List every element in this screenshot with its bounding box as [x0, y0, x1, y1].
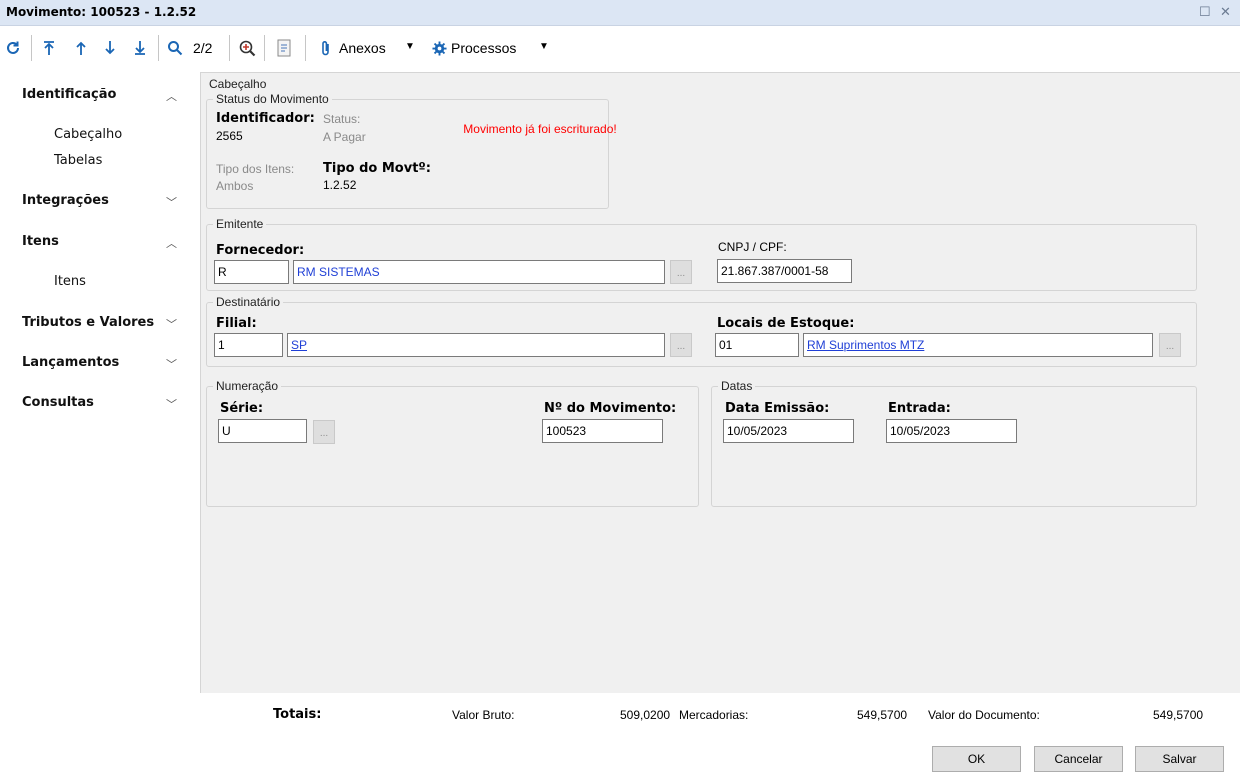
- sidebar-section-integracoes[interactable]: Integrações: [22, 193, 109, 208]
- chevron-down-icon[interactable]: ﹀: [166, 356, 177, 372]
- gross-value-label: Valor Bruto:: [452, 708, 515, 722]
- document-value: 549,5700: [1153, 708, 1204, 722]
- gross-value: 509,0200: [620, 708, 671, 722]
- status-label: Status:: [323, 112, 361, 126]
- window-title: Movimento: 100523 - 1.2.52: [6, 5, 197, 19]
- goods-label: Mercadorias:: [679, 708, 749, 722]
- next-record-icon[interactable]: [101, 36, 119, 60]
- entry-date-field[interactable]: 10/05/2023: [886, 419, 1017, 443]
- chevron-up-icon[interactable]: ︿: [166, 235, 177, 251]
- chevron-down-icon[interactable]: ﹀: [166, 396, 177, 412]
- attachments-menu[interactable]: Anexos: [339, 40, 386, 56]
- footer: Totais: Valor Bruto: 509,0200 Mercadoria…: [0, 693, 1240, 775]
- issuer-group-label: Emitente: [213, 217, 267, 231]
- escriturado-warning: Movimento já foi escriturado!: [463, 122, 617, 136]
- maximize-icon[interactable]: ☐: [1199, 4, 1211, 20]
- form-content: Cabeçalho Status do Movimento Identifica…: [200, 72, 1240, 693]
- supplier-lookup-button[interactable]: ...: [670, 260, 692, 284]
- first-record-icon[interactable]: [40, 36, 58, 60]
- gear-icon[interactable]: [430, 36, 448, 60]
- sidebar-item-cabecalho[interactable]: Cabeçalho: [54, 127, 122, 142]
- chevron-down-icon[interactable]: ﹀: [166, 316, 177, 332]
- sidebar: Identificação ︿ Cabeçalho Tabelas Integr…: [0, 72, 200, 692]
- numbering-group-label: Numeração: [213, 379, 282, 393]
- last-record-icon[interactable]: [131, 36, 149, 60]
- supplier-label: Fornecedor:: [216, 243, 305, 258]
- status-value: A Pagar: [323, 130, 366, 144]
- cancel-button[interactable]: Cancelar: [1034, 746, 1123, 772]
- cnpj-label: CNPJ / CPF:: [718, 240, 787, 254]
- movement-number-field[interactable]: 100523: [542, 419, 663, 443]
- sidebar-section-consultas[interactable]: Consultas: [22, 395, 94, 410]
- supplier-code-field[interactable]: R: [214, 260, 289, 284]
- title-bar: Movimento: 100523 - 1.2.52 ☐ ✕: [0, 0, 1240, 26]
- paperclip-icon[interactable]: [318, 36, 334, 60]
- previous-record-icon[interactable]: [72, 36, 90, 60]
- series-lookup-button[interactable]: ...: [313, 420, 335, 444]
- header-group-label: Cabeçalho: [206, 77, 270, 91]
- identifier-label: Identificador:: [216, 111, 315, 126]
- identifier-value: 2565: [216, 129, 243, 143]
- processes-menu[interactable]: Processos: [451, 40, 516, 56]
- sidebar-item-itens[interactable]: Itens: [54, 274, 86, 289]
- sidebar-section-identificacao[interactable]: Identificação: [22, 87, 116, 102]
- stock-name-field[interactable]: RM Suprimentos MTZ: [803, 333, 1153, 357]
- movement-number-label: Nº do Movimento:: [544, 401, 677, 416]
- search-icon[interactable]: [165, 36, 185, 60]
- sidebar-item-tabelas[interactable]: Tabelas: [54, 153, 102, 168]
- status-group-label: Status do Movimento: [213, 92, 332, 106]
- series-label: Série:: [220, 401, 264, 416]
- item-type-label: Tipo dos Itens:: [216, 162, 295, 176]
- sidebar-section-lancamentos[interactable]: Lançamentos: [22, 355, 119, 370]
- toolbar: 2/2 Anexos ▼ Processos ▼: [0, 27, 1240, 71]
- chevron-down-icon[interactable]: ﹀: [166, 194, 177, 210]
- branch-code-field[interactable]: 1: [214, 333, 283, 357]
- item-type-value: Ambos: [216, 179, 254, 193]
- branch-name-field[interactable]: SP: [287, 333, 665, 357]
- sidebar-section-tributos[interactable]: Tributos e Valores: [22, 315, 154, 330]
- movement-type-label: Tipo do Movtº:: [323, 161, 431, 176]
- stock-location-label: Locais de Estoque:: [717, 316, 855, 331]
- branch-label: Filial:: [216, 316, 257, 331]
- dates-group-label: Datas: [718, 379, 756, 393]
- ok-button[interactable]: OK: [932, 746, 1021, 772]
- refresh-icon[interactable]: [4, 36, 22, 60]
- sidebar-section-itens[interactable]: Itens: [22, 234, 59, 249]
- issue-date-label: Data Emissão:: [725, 401, 830, 416]
- branch-lookup-button[interactable]: ...: [670, 333, 692, 357]
- movement-type-value: 1.2.52: [323, 178, 357, 192]
- stock-code-field[interactable]: 01: [715, 333, 799, 357]
- document-value-label: Valor do Documento:: [928, 708, 1040, 722]
- save-button[interactable]: Salvar: [1135, 746, 1224, 772]
- recipient-group-label: Destinatário: [213, 295, 284, 309]
- processes-dropdown-icon[interactable]: ▼: [539, 41, 549, 52]
- attachments-dropdown-icon[interactable]: ▼: [405, 41, 415, 52]
- stock-lookup-button[interactable]: ...: [1159, 333, 1181, 357]
- close-icon[interactable]: ✕: [1220, 4, 1231, 20]
- record-position: 2/2: [193, 40, 213, 56]
- cnpj-field[interactable]: 21.867.387/0001-58: [717, 259, 852, 283]
- document-icon[interactable]: [274, 36, 294, 60]
- chevron-up-icon[interactable]: ︿: [166, 88, 177, 104]
- series-field[interactable]: U: [218, 419, 307, 443]
- entry-date-label: Entrada:: [888, 401, 951, 416]
- supplier-name-field[interactable]: RM SISTEMAS: [293, 260, 665, 284]
- issue-date-field[interactable]: 10/05/2023: [723, 419, 854, 443]
- goods-value: 549,5700: [857, 708, 908, 722]
- zoom-report-icon[interactable]: [236, 36, 258, 60]
- totals-label: Totais:: [273, 707, 322, 722]
